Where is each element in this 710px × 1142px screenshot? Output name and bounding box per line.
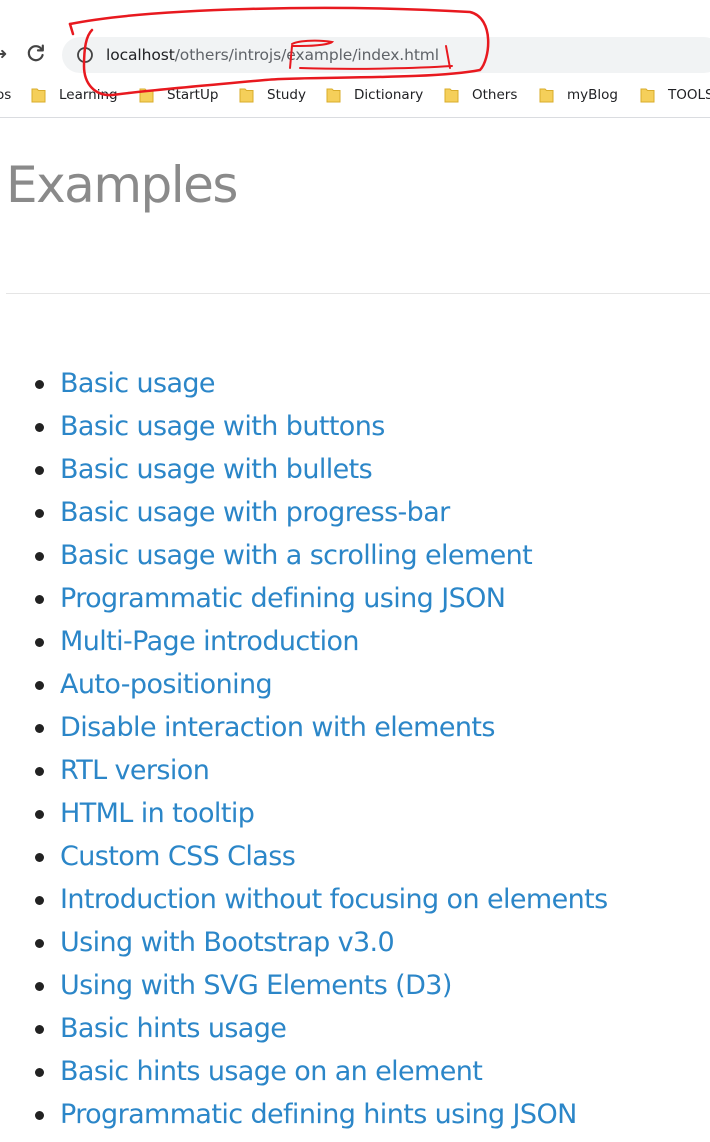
- browser-toolbar: ➜ localhost/others/introjs/example/index…: [0, 0, 710, 118]
- example-link[interactable]: Custom CSS Class: [60, 835, 296, 878]
- bullet-icon: [35, 896, 44, 905]
- folder-icon: [239, 87, 254, 103]
- folder-icon: [444, 87, 459, 103]
- example-link[interactable]: HTML in tooltip: [60, 792, 255, 835]
- bookmark-label: Others: [472, 87, 518, 103]
- bookmark-label: Study: [267, 87, 306, 103]
- example-link[interactable]: Basic hints usage: [60, 1007, 287, 1050]
- example-link[interactable]: Using with Bootstrap v3.0: [60, 921, 395, 964]
- example-link[interactable]: Basic hints usage on an element: [60, 1050, 483, 1093]
- page-title: Examples: [6, 156, 238, 214]
- site-info-icon[interactable]: [76, 46, 94, 64]
- example-link[interactable]: Using with SVG Elements (D3): [60, 964, 452, 1007]
- example-link[interactable]: Basic usage with buttons: [60, 405, 385, 448]
- forward-arrow-icon[interactable]: ➜: [0, 44, 12, 64]
- toolbar-divider: [0, 117, 710, 118]
- bookmarks-bar: os Learning StartUp Study Dictionary Oth…: [0, 83, 710, 107]
- example-link[interactable]: Programmatic defining hints using JSON: [60, 1093, 577, 1136]
- url-host: localhost: [106, 46, 175, 64]
- bookmark-label: Dictionary: [354, 87, 424, 103]
- bullet-icon: [35, 982, 44, 991]
- bullet-icon: [35, 509, 44, 518]
- example-link[interactable]: Basic usage with bullets: [60, 448, 373, 491]
- folder-icon: [640, 87, 655, 103]
- example-link[interactable]: Basic usage with a scrolling element: [60, 534, 533, 577]
- bullet-icon: [35, 724, 44, 733]
- example-link[interactable]: Auto-positioning: [60, 663, 273, 706]
- bullet-icon: [35, 595, 44, 604]
- folder-icon: [31, 87, 46, 103]
- example-link[interactable]: Disable interaction with elements: [60, 706, 495, 749]
- example-link[interactable]: Basic usage with progress-bar: [60, 491, 450, 534]
- bookmark-label: myBlog: [567, 87, 618, 103]
- bookmark-label: Learning: [59, 87, 118, 103]
- bullet-icon: [35, 638, 44, 647]
- url-text[interactable]: localhost/others/introjs/example/index.h…: [106, 44, 439, 66]
- folder-icon: [139, 87, 154, 103]
- url-path: /others/introjs/example/index.html: [174, 46, 440, 64]
- bullet-icon: [35, 767, 44, 776]
- bullet-icon: [35, 810, 44, 819]
- bookmark-label: os: [0, 87, 12, 103]
- example-link[interactable]: Introduction without focusing on element…: [60, 878, 608, 921]
- example-link[interactable]: Multi-Page introduction: [60, 620, 360, 663]
- address-bar[interactable]: localhost/others/introjs/example/index.h…: [62, 37, 710, 73]
- bookmark-label: StartUp: [167, 87, 219, 103]
- bullet-icon: [35, 681, 44, 690]
- bullet-icon: [35, 853, 44, 862]
- bullet-icon: [35, 1068, 44, 1077]
- example-link[interactable]: RTL version: [60, 749, 210, 792]
- bullet-icon: [35, 1025, 44, 1034]
- example-link[interactable]: Basic usage: [60, 362, 216, 405]
- bullet-icon: [35, 466, 44, 475]
- folder-icon: [326, 87, 341, 103]
- bullet-icon: [35, 1111, 44, 1120]
- reload-icon[interactable]: [24, 41, 48, 65]
- bookmark-label: TOOLS: [668, 87, 710, 103]
- horizontal-rule: [6, 293, 710, 294]
- folder-icon: [539, 87, 554, 103]
- bullet-icon: [35, 552, 44, 561]
- bullet-icon: [35, 423, 44, 432]
- bullet-icon: [35, 380, 44, 389]
- example-link[interactable]: Programmatic defining using JSON: [60, 577, 506, 620]
- bullet-icon: [35, 939, 44, 948]
